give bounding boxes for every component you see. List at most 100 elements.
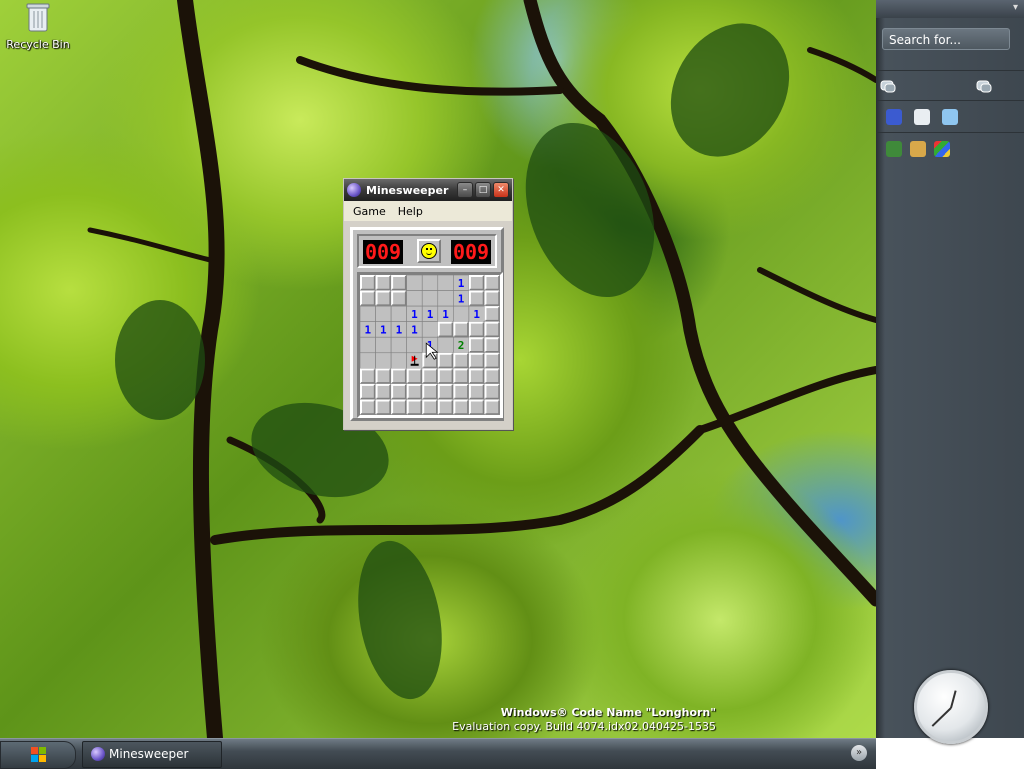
covered-cell[interactable]	[360, 383, 376, 400]
taskbar-item-minesweeper[interactable]: Minesweeper	[82, 741, 222, 768]
covered-cell[interactable]	[390, 368, 407, 385]
sidebar-tile-messenger[interactable]	[876, 70, 1024, 101]
revealed-cell[interactable]: 1	[406, 321, 423, 338]
revealed-cell[interactable]: 1	[390, 321, 407, 338]
covered-cell[interactable]	[468, 275, 485, 291]
revealed-cell[interactable]	[421, 290, 439, 307]
revealed-cell[interactable]: 1	[421, 305, 439, 322]
revealed-cell[interactable]	[360, 305, 376, 322]
network-icon[interactable]	[886, 141, 902, 157]
covered-cell[interactable]	[484, 275, 500, 291]
maximize-button[interactable]: □	[475, 182, 491, 198]
covered-cell[interactable]	[375, 290, 392, 307]
media-icon[interactable]	[886, 109, 902, 125]
revealed-cell[interactable]	[421, 275, 439, 291]
covered-cell[interactable]	[390, 275, 407, 291]
new-game-smiley-button[interactable]	[417, 239, 441, 263]
revealed-cell[interactable]	[437, 290, 454, 307]
revealed-cell[interactable]	[390, 336, 407, 354]
covered-cell[interactable]	[453, 383, 470, 400]
covered-cell[interactable]	[484, 399, 500, 415]
revealed-cell[interactable]	[375, 305, 392, 322]
search-input[interactable]: Search for...	[882, 28, 1010, 50]
covered-cell[interactable]	[390, 399, 407, 415]
revealed-cell[interactable]	[406, 275, 423, 291]
covered-cell[interactable]	[437, 399, 454, 415]
covered-cell[interactable]	[468, 290, 485, 307]
sidebar-menu-icon[interactable]: ▾	[1013, 2, 1018, 13]
covered-cell[interactable]	[484, 383, 500, 400]
covered-cell[interactable]	[360, 275, 376, 291]
covered-cell[interactable]	[468, 352, 485, 369]
revealed-cell[interactable]	[453, 305, 470, 322]
tray-expand-icon[interactable]: »	[851, 745, 867, 761]
covered-cell[interactable]	[484, 321, 500, 338]
covered-cell[interactable]	[375, 399, 392, 415]
covered-cell[interactable]	[390, 383, 407, 400]
covered-cell[interactable]	[484, 336, 500, 354]
covered-cell[interactable]	[360, 290, 376, 307]
mine-grid[interactable]: 111 1 1 11 1 1 11 2	[360, 275, 500, 415]
covered-cell[interactable]	[421, 368, 439, 385]
revealed-cell[interactable]: 1	[437, 305, 454, 322]
revealed-cell[interactable]	[375, 336, 392, 354]
revealed-cell[interactable]: 1	[453, 290, 470, 307]
covered-cell[interactable]	[468, 399, 485, 415]
revealed-cell[interactable]	[437, 336, 454, 354]
start-button[interactable]	[0, 741, 76, 769]
covered-cell[interactable]	[406, 399, 423, 415]
menu-help[interactable]: Help	[392, 205, 429, 218]
covered-cell[interactable]	[406, 368, 423, 385]
covered-cell[interactable]	[375, 383, 392, 400]
revealed-cell[interactable]	[390, 352, 407, 369]
close-button[interactable]: ✕	[493, 182, 509, 198]
minimize-button[interactable]: –	[457, 182, 473, 198]
covered-cell[interactable]	[360, 399, 376, 415]
revealed-cell[interactable]: 1	[468, 305, 485, 322]
covered-cell[interactable]	[468, 368, 485, 385]
covered-cell[interactable]	[421, 399, 439, 415]
analog-clock[interactable]	[914, 670, 988, 744]
covered-cell[interactable]	[453, 321, 470, 338]
covered-cell[interactable]	[437, 368, 454, 385]
covered-cell[interactable]	[437, 383, 454, 400]
users-icon[interactable]	[910, 141, 926, 157]
explorer-icon[interactable]	[942, 109, 958, 125]
revealed-cell[interactable]	[360, 336, 376, 354]
covered-cell[interactable]	[484, 305, 500, 322]
revealed-cell[interactable]: 2	[453, 336, 470, 354]
covered-cell[interactable]	[453, 352, 470, 369]
revealed-cell[interactable]	[406, 290, 423, 307]
covered-cell[interactable]	[453, 368, 470, 385]
revealed-cell[interactable]	[421, 321, 439, 338]
revealed-cell[interactable]	[375, 352, 392, 369]
revealed-cell[interactable]: 1	[360, 321, 376, 338]
covered-cell[interactable]	[375, 368, 392, 385]
covered-cell[interactable]	[468, 321, 485, 338]
covered-cell[interactable]	[375, 275, 392, 291]
windows-flag-icon[interactable]	[934, 141, 950, 157]
menu-game[interactable]: Game	[347, 205, 392, 218]
window-titlebar[interactable]: Minesweeper – □ ✕	[344, 179, 512, 201]
revealed-cell[interactable]: 1	[453, 275, 470, 291]
sidebar-tile-tray[interactable]	[876, 132, 1024, 163]
covered-cell[interactable]	[406, 383, 423, 400]
covered-cell[interactable]	[484, 290, 500, 307]
covered-cell[interactable]	[421, 352, 439, 369]
covered-cell[interactable]	[468, 336, 485, 354]
revealed-cell[interactable]	[406, 336, 423, 354]
covered-cell[interactable]	[437, 321, 454, 338]
covered-cell[interactable]	[360, 368, 376, 385]
mine-board[interactable]: 111111111112	[357, 272, 503, 418]
revealed-cell[interactable]: 1	[375, 321, 392, 338]
covered-cell[interactable]	[390, 290, 407, 307]
revealed-cell[interactable]: 1	[406, 305, 423, 322]
covered-cell[interactable]	[421, 383, 439, 400]
covered-cell[interactable]	[453, 399, 470, 415]
covered-cell[interactable]	[468, 383, 485, 400]
revealed-cell[interactable]	[437, 275, 454, 291]
revealed-cell[interactable]	[390, 305, 407, 322]
covered-cell[interactable]	[484, 368, 500, 385]
sidebar-tile-quicklaunch[interactable]	[876, 100, 1024, 131]
revealed-cell[interactable]	[360, 352, 376, 369]
